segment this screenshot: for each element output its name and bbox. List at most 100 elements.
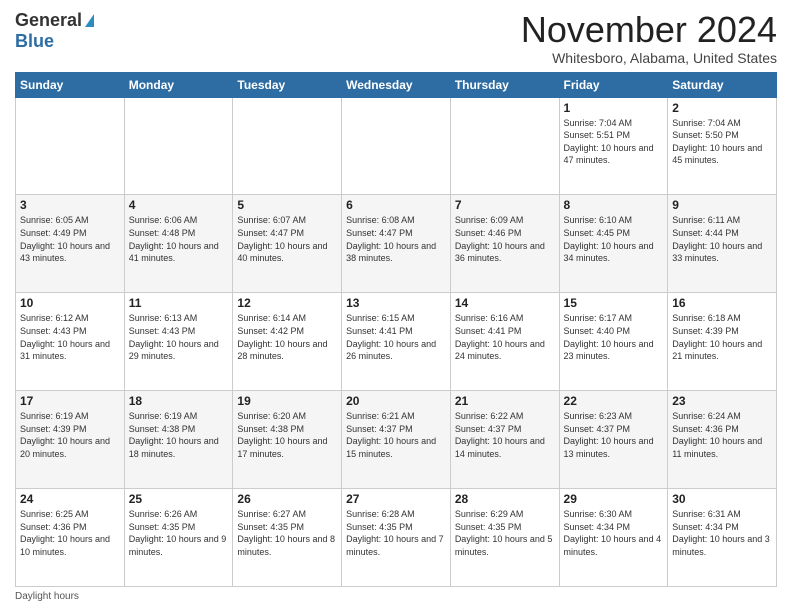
day-info: Sunrise: 6:19 AMSunset: 4:38 PMDaylight:… [129, 410, 229, 460]
day-number: 30 [672, 492, 772, 506]
day-info: Sunrise: 6:26 AMSunset: 4:35 PMDaylight:… [129, 508, 229, 558]
calendar-header-friday: Friday [559, 72, 668, 97]
calendar-cell: 14 Sunrise: 6:16 AMSunset: 4:41 PMDayligh… [450, 293, 559, 391]
day-number: 2 [672, 101, 772, 115]
calendar-cell: 18 Sunrise: 6:19 AMSunset: 4:38 PMDayligh… [124, 391, 233, 489]
calendar-cell: 20 Sunrise: 6:21 AMSunset: 4:37 PMDayligh… [342, 391, 451, 489]
calendar-cell: 10 Sunrise: 6:12 AMSunset: 4:43 PMDayligh… [16, 293, 125, 391]
calendar-cell [124, 97, 233, 195]
day-info: Sunrise: 6:09 AMSunset: 4:46 PMDaylight:… [455, 214, 555, 264]
calendar-cell: 7 Sunrise: 6:09 AMSunset: 4:46 PMDaylight… [450, 195, 559, 293]
day-info: Sunrise: 6:23 AMSunset: 4:37 PMDaylight:… [564, 410, 664, 460]
calendar-cell [16, 97, 125, 195]
calendar-week-row: 3Sunrise: 6:05 AMSunset: 4:49 PMDaylight… [16, 195, 777, 293]
calendar-cell: 22 Sunrise: 6:23 AMSunset: 4:37 PMDayligh… [559, 391, 668, 489]
day-number: 21 [455, 394, 555, 408]
day-info: Sunrise: 6:27 AMSunset: 4:35 PMDaylight:… [237, 508, 337, 558]
day-info: Sunrise: 6:14 AMSunset: 4:42 PMDaylight:… [237, 312, 337, 362]
calendar-cell: 28Sunrise: 6:29 AMSunset: 4:35 PMDayligh… [450, 489, 559, 587]
calendar-cell: 5Sunrise: 6:07 AMSunset: 4:47 PMDaylight… [233, 195, 342, 293]
day-number: 25 [129, 492, 229, 506]
day-number: 12 [237, 296, 337, 310]
calendar-header-sunday: Sunday [16, 72, 125, 97]
header: General Blue November 2024 Whitesboro, A… [15, 10, 777, 66]
day-number: 11 [129, 296, 229, 310]
calendar-cell: 2 Sunrise: 7:04 AMSunset: 5:50 PMDaylight… [668, 97, 777, 195]
day-info: Sunrise: 7:04 AMSunset: 5:51 PMDaylight:… [564, 117, 664, 167]
calendar-cell: 29 Sunrise: 6:30 AMSunset: 4:34 PMDayligh… [559, 489, 668, 587]
calendar-cell: 15 Sunrise: 6:17 AMSunset: 4:40 PMDayligh… [559, 293, 668, 391]
day-info: Sunrise: 6:30 AMSunset: 4:34 PMDaylight:… [564, 508, 664, 558]
title-section: November 2024 Whitesboro, Alabama, Unite… [521, 10, 777, 66]
calendar-cell: 16Sunrise: 6:18 AMSunset: 4:39 PMDayligh… [668, 293, 777, 391]
day-number: 4 [129, 198, 229, 212]
calendar-header-monday: Monday [124, 72, 233, 97]
calendar-cell: 8 Sunrise: 6:10 AMSunset: 4:45 PMDaylight… [559, 195, 668, 293]
day-info: Sunrise: 6:21 AMSunset: 4:37 PMDaylight:… [346, 410, 446, 460]
day-info: Sunrise: 6:11 AMSunset: 4:44 PMDaylight:… [672, 214, 772, 264]
calendar-cell: 11Sunrise: 6:13 AMSunset: 4:43 PMDayligh… [124, 293, 233, 391]
day-info: Sunrise: 6:24 AMSunset: 4:36 PMDaylight:… [672, 410, 772, 460]
day-number: 29 [564, 492, 664, 506]
day-number: 17 [20, 394, 120, 408]
calendar-cell: 19Sunrise: 6:20 AMSunset: 4:38 PMDayligh… [233, 391, 342, 489]
day-number: 16 [672, 296, 772, 310]
day-info: Sunrise: 7:04 AMSunset: 5:50 PMDaylight:… [672, 117, 772, 167]
day-number: 5 [237, 198, 337, 212]
calendar-cell: 27Sunrise: 6:28 AMSunset: 4:35 PMDayligh… [342, 489, 451, 587]
calendar-cell: 6 Sunrise: 6:08 AMSunset: 4:47 PMDaylight… [342, 195, 451, 293]
day-info: Sunrise: 6:15 AMSunset: 4:41 PMDaylight:… [346, 312, 446, 362]
page: General Blue November 2024 Whitesboro, A… [0, 0, 792, 612]
calendar-cell: 4 Sunrise: 6:06 AMSunset: 4:48 PMDaylight… [124, 195, 233, 293]
day-number: 10 [20, 296, 120, 310]
calendar-week-row: 17 Sunrise: 6:19 AMSunset: 4:39 PMDayligh… [16, 391, 777, 489]
day-number: 20 [346, 394, 446, 408]
calendar-header-tuesday: Tuesday [233, 72, 342, 97]
calendar-cell: 9Sunrise: 6:11 AMSunset: 4:44 PMDaylight… [668, 195, 777, 293]
calendar-cell [233, 97, 342, 195]
day-number: 23 [672, 394, 772, 408]
calendar-cell [450, 97, 559, 195]
footer-note: Daylight hours [15, 591, 777, 602]
day-info: Sunrise: 6:05 AMSunset: 4:49 PMDaylight:… [20, 214, 120, 264]
calendar-cell: 17 Sunrise: 6:19 AMSunset: 4:39 PMDayligh… [16, 391, 125, 489]
day-info: Sunrise: 6:22 AMSunset: 4:37 PMDaylight:… [455, 410, 555, 460]
calendar-cell: 3Sunrise: 6:05 AMSunset: 4:49 PMDaylight… [16, 195, 125, 293]
day-info: Sunrise: 6:31 AMSunset: 4:34 PMDaylight:… [672, 508, 772, 558]
day-number: 28 [455, 492, 555, 506]
day-info: Sunrise: 6:12 AMSunset: 4:43 PMDaylight:… [20, 312, 120, 362]
logo: General Blue [15, 10, 94, 52]
day-number: 6 [346, 198, 446, 212]
day-number: 1 [564, 101, 664, 115]
day-info: Sunrise: 6:16 AMSunset: 4:41 PMDaylight:… [455, 312, 555, 362]
day-info: Sunrise: 6:20 AMSunset: 4:38 PMDaylight:… [237, 410, 337, 460]
day-number: 7 [455, 198, 555, 212]
day-info: Sunrise: 6:19 AMSunset: 4:39 PMDaylight:… [20, 410, 120, 460]
day-number: 8 [564, 198, 664, 212]
calendar-cell: 26Sunrise: 6:27 AMSunset: 4:35 PMDayligh… [233, 489, 342, 587]
month-title: November 2024 [521, 10, 777, 50]
day-number: 18 [129, 394, 229, 408]
calendar-header-row: SundayMondayTuesdayWednesdayThursdayFrid… [16, 72, 777, 97]
calendar-week-row: 24 Sunrise: 6:25 AMSunset: 4:36 PMDayligh… [16, 489, 777, 587]
logo-triangle-icon [85, 14, 94, 27]
calendar-header-saturday: Saturday [668, 72, 777, 97]
day-number: 13 [346, 296, 446, 310]
day-info: Sunrise: 6:06 AMSunset: 4:48 PMDaylight:… [129, 214, 229, 264]
day-number: 24 [20, 492, 120, 506]
location: Whitesboro, Alabama, United States [521, 50, 777, 66]
day-info: Sunrise: 6:28 AMSunset: 4:35 PMDaylight:… [346, 508, 446, 558]
calendar-cell: 21 Sunrise: 6:22 AMSunset: 4:37 PMDayligh… [450, 391, 559, 489]
calendar-cell: 1 Sunrise: 7:04 AMSunset: 5:51 PMDaylight… [559, 97, 668, 195]
day-info: Sunrise: 6:08 AMSunset: 4:47 PMDaylight:… [346, 214, 446, 264]
day-number: 22 [564, 394, 664, 408]
day-info: Sunrise: 6:17 AMSunset: 4:40 PMDaylight:… [564, 312, 664, 362]
calendar-week-row: 10 Sunrise: 6:12 AMSunset: 4:43 PMDayligh… [16, 293, 777, 391]
calendar-cell: 12 Sunrise: 6:14 AMSunset: 4:42 PMDayligh… [233, 293, 342, 391]
day-number: 15 [564, 296, 664, 310]
day-info: Sunrise: 6:25 AMSunset: 4:36 PMDaylight:… [20, 508, 120, 558]
calendar-header-wednesday: Wednesday [342, 72, 451, 97]
day-number: 14 [455, 296, 555, 310]
calendar-cell: 25 Sunrise: 6:26 AMSunset: 4:35 PMDayligh… [124, 489, 233, 587]
day-info: Sunrise: 6:10 AMSunset: 4:45 PMDaylight:… [564, 214, 664, 264]
